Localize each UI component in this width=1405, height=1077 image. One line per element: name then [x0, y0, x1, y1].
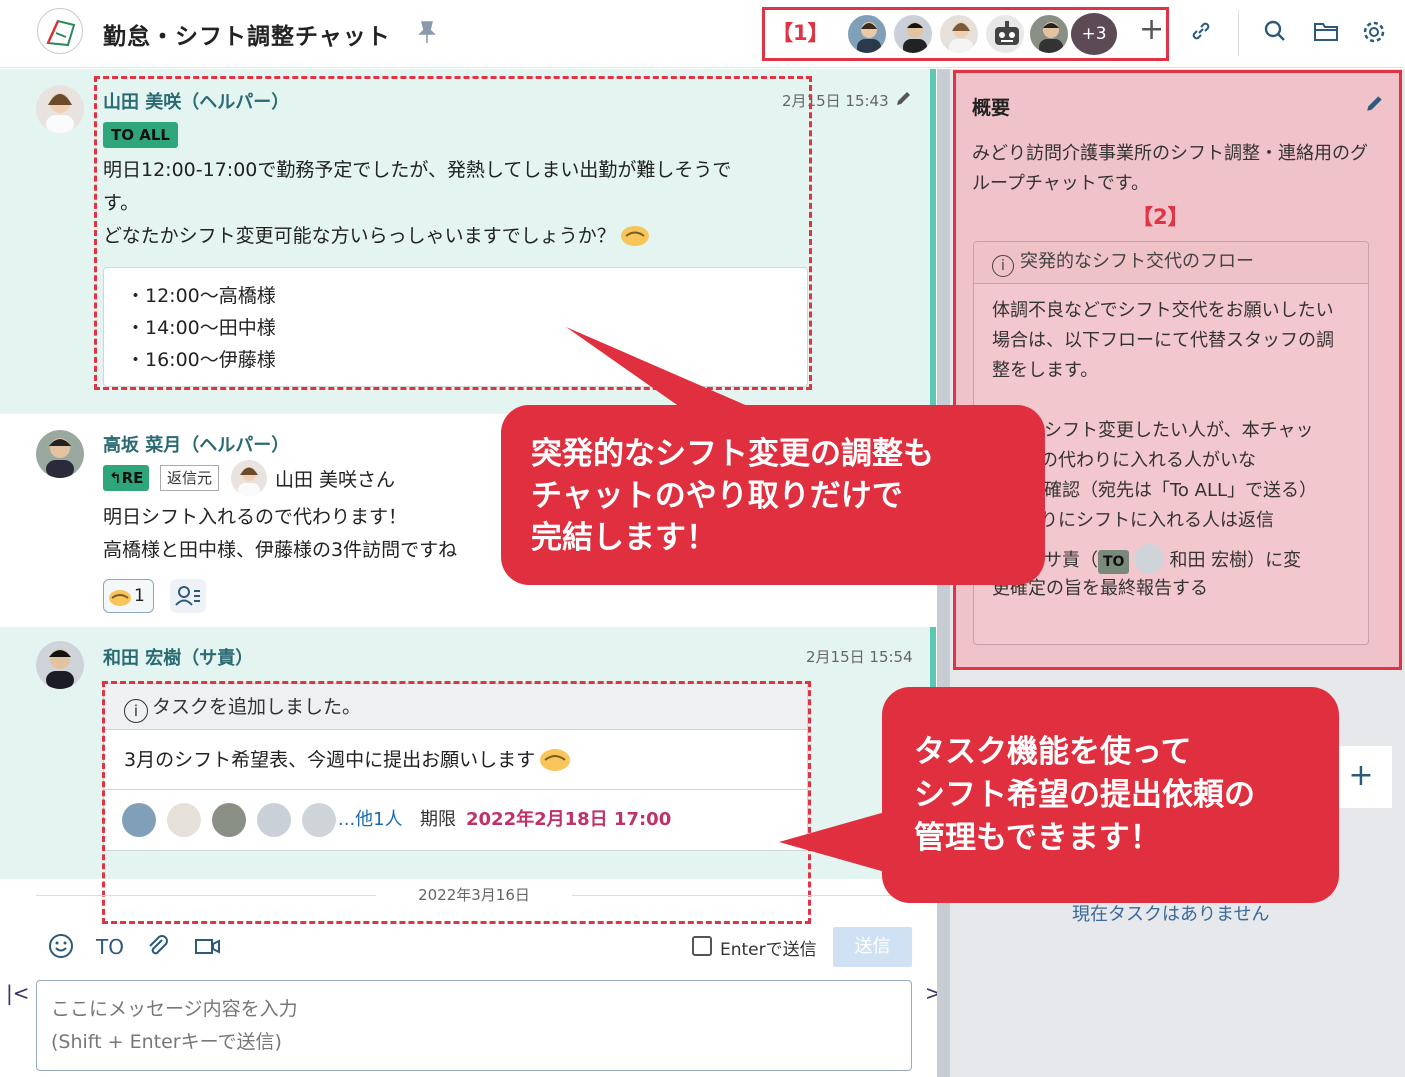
edit-icon[interactable]	[1365, 93, 1385, 117]
callout-line: 完結します！	[531, 520, 717, 556]
avatar[interactable]	[36, 430, 84, 478]
reaction-chip[interactable]: 1	[103, 579, 154, 613]
callout-line: チャットのやり取りだけで	[531, 478, 903, 514]
avatar[interactable]	[36, 641, 84, 689]
gear-icon[interactable]	[1361, 19, 1387, 49]
flow-step: サ責（ TO 和田 宏樹）に変	[992, 536, 1350, 574]
message-input[interactable]: ここにメッセージ内容を入力 (Shift + Enterキーで送信)	[36, 980, 912, 1071]
reply-target-name: 山田 美咲さん	[275, 469, 396, 491]
reaction-users-icon[interactable]	[170, 579, 206, 613]
sweat-emoji-icon	[108, 584, 132, 619]
add-member-button[interactable]: +	[1139, 15, 1164, 45]
enter-to-send-label: Enterで送信	[720, 940, 817, 960]
room-icon[interactable]	[37, 8, 83, 54]
callout-line: タスク機能を使って	[914, 734, 1192, 770]
flow-step: 確認（宛先は「To ALL」で送る）	[1044, 480, 1318, 501]
attachment-icon[interactable]	[145, 933, 171, 964]
room-title: 勤怠・シフト調整チャット	[103, 24, 391, 50]
callout-tail	[779, 812, 885, 872]
flow-step: シフト変更したい人が、本チャッ	[1044, 420, 1314, 441]
member-avatar[interactable]	[1028, 13, 1070, 55]
edit-icon[interactable]	[895, 89, 913, 111]
date-separator: 2022年3月16日	[36, 884, 912, 906]
message-line: 明日シフト入れるので代わります！	[103, 506, 408, 528]
send-button[interactable]: 送信	[833, 927, 912, 967]
emoji-icon[interactable]	[48, 933, 74, 964]
overview-description: みどり訪問介護事業所のシフト調整・連絡用のグループチャットです。	[972, 143, 1368, 194]
input-placeholder: (Shift + Enterキーで送信)	[51, 1031, 282, 1053]
message-line: 高橋様と田中様、伊藤様の3件訪問ですね	[103, 539, 458, 561]
reply-badge-label: RE	[121, 469, 144, 487]
flow-step: 自分の代わりに入れる人がいな	[1004, 450, 1256, 471]
reply-source-link[interactable]: 返信元	[160, 465, 220, 491]
flow-step: 更確定の旨を最終報告する	[992, 578, 1208, 599]
sender-name[interactable]: 和田 宏樹（サ責）	[103, 644, 253, 670]
member-avatar[interactable]	[846, 13, 888, 55]
reaction-count: 1	[134, 586, 145, 606]
message-body: 明日シフト入れるので代わります！ 高橋様と田中様、伊藤様の3件訪問ですね	[103, 501, 457, 567]
input-placeholder: ここにメッセージ内容を入力	[51, 998, 298, 1020]
pin-icon[interactable]	[418, 20, 436, 48]
to-chip: TO	[1098, 550, 1130, 574]
avatar	[1134, 544, 1165, 574]
flow-header: i 突発的なシフト交代のフロー	[974, 242, 1368, 284]
callout-chat: 突発的なシフト変更の調整も チャットのやり取りだけで 完結します！	[501, 405, 1045, 585]
annotation-label-2: 【2】	[1132, 205, 1189, 229]
folder-icon[interactable]	[1313, 19, 1339, 47]
flow-step-text: サ責（	[1044, 550, 1098, 571]
avatar	[231, 460, 267, 496]
search-icon[interactable]	[1263, 19, 1287, 47]
more-members-badge[interactable]: +3	[1071, 13, 1117, 55]
enter-to-send-checkbox[interactable]	[692, 936, 712, 956]
flow-title: 突発的なシフト交代のフロー	[1020, 251, 1254, 272]
to-button[interactable]: TO	[96, 935, 124, 959]
flow-step-text: 和田 宏樹）に変	[1169, 550, 1302, 571]
callout-line: 突発的なシフト変更の調整も	[531, 436, 934, 472]
link-icon[interactable]	[1189, 19, 1213, 47]
flow-intro: 体調不良などでシフト交代をお願いしたい場合は、以下フローにて代替スタッフの調整を…	[992, 300, 1334, 381]
member-avatar[interactable]	[892, 13, 934, 55]
callout-task: タスク機能を使って シフト希望の提出依頼の 管理もできます！	[882, 687, 1339, 903]
overview-title: 概要	[972, 97, 1011, 119]
add-task-button[interactable]: +	[1330, 746, 1392, 808]
annotation-label-1: 【1】	[772, 21, 829, 45]
header-divider	[1238, 10, 1239, 56]
member-avatar[interactable]	[938, 13, 980, 55]
callout-line: シフト希望の提出依頼の	[914, 777, 1255, 813]
composer-toolbar: TO Enterで送信 送信	[0, 925, 936, 973]
bot-avatar[interactable]	[984, 13, 1026, 55]
no-task-message: 現在タスクはありません	[1072, 904, 1270, 925]
reply-badge[interactable]: ↰RE	[103, 465, 150, 491]
room-header: 勤怠・シフト調整チャット 【1】 +3 +	[0, 0, 1405, 68]
collapse-left-icon[interactable]: |<	[6, 981, 30, 1005]
message-time: 2月15日 15:54	[806, 648, 913, 666]
sender-name[interactable]: 高坂 菜月（ヘルパー）	[103, 431, 289, 457]
message-item[interactable]: 山田 美咲（ヘルパー） 2月15日 15:43 TO ALL 明日12:00-1…	[0, 69, 936, 414]
avatar[interactable]	[36, 85, 84, 133]
info-icon: i	[992, 255, 1014, 277]
flow-step: 代わりにシフトに入れる人は返信	[1004, 510, 1274, 531]
video-call-icon[interactable]	[194, 933, 222, 964]
callout-line: 管理もできます！	[914, 820, 1161, 856]
reply-arrow-icon: ↰	[109, 469, 122, 487]
